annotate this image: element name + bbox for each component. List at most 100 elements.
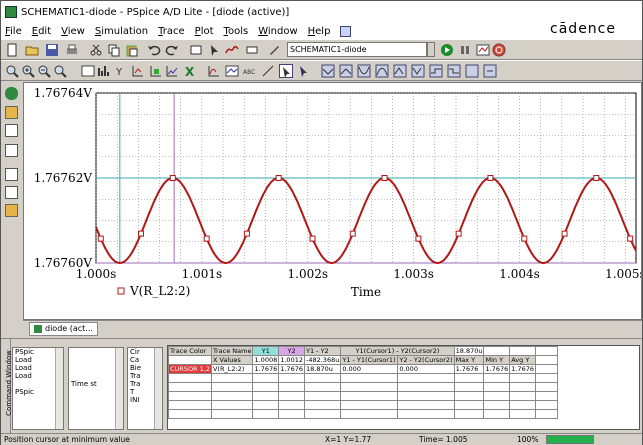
- table-row[interactable]: CURSOR 1,2 V(R_L2:2) 1.7676 1.7676 18.87…: [168, 364, 558, 374]
- add-y-axis-icon[interactable]: Y: [115, 64, 129, 78]
- menu-window[interactable]: Window: [258, 26, 297, 37]
- menu-help[interactable]: Help: [308, 26, 331, 37]
- cursor-label-icon[interactable]: [483, 64, 497, 78]
- settings-icon[interactable]: [5, 204, 18, 217]
- performance-icon[interactable]: [165, 64, 179, 78]
- command-window-strip[interactable]: Command Window: [1, 339, 13, 434]
- plot-toolbar: Y X ABC: [1, 60, 642, 81]
- output-scrollbar[interactable]: [55, 348, 63, 429]
- zoom-in-icon[interactable]: [21, 64, 35, 78]
- transient-icon[interactable]: [225, 43, 239, 57]
- copy-icon[interactable]: [107, 43, 121, 57]
- cursor-label-cell[interactable]: CURSOR 1,2: [168, 364, 212, 374]
- header-y1[interactable]: Y1: [252, 346, 280, 356]
- tab-diode-active[interactable]: diode (act...: [29, 322, 98, 336]
- output-file-icon[interactable]: [5, 106, 18, 119]
- new-file-icon[interactable]: [5, 43, 19, 57]
- table-cell: 1.7676: [453, 364, 485, 374]
- menu-plot[interactable]: Plot: [195, 26, 214, 37]
- menu-tools[interactable]: Tools: [224, 26, 249, 37]
- table-row: [168, 400, 558, 410]
- open-folder-icon[interactable]: [25, 43, 39, 57]
- waveform-plot[interactable]: 1.76760V1.76762V1.76764V1.000s 1.001s 1.00…: [24, 83, 641, 319]
- x-tick-label: 1.003s: [393, 267, 434, 281]
- simulation-status-icon[interactable]: [5, 87, 18, 100]
- tab-label: diode (act...: [45, 324, 93, 333]
- menu-file[interactable]: File: [5, 26, 22, 37]
- place-text-icon[interactable]: [245, 43, 259, 57]
- open-plot-icon[interactable]: [5, 124, 18, 137]
- simulation-status-pane[interactable]: Time st: [68, 347, 124, 430]
- header-trace-color[interactable]: Trace Color: [168, 346, 212, 356]
- zoom-out-icon[interactable]: [37, 64, 51, 78]
- simulation-profile-select[interactable]: SCHEMATIC1-diode: [287, 42, 427, 57]
- title-bar: SCHEMATIC1-diode - PSpice A/D Lite - [di…: [1, 1, 642, 23]
- stop-icon[interactable]: [492, 43, 506, 57]
- zoom-fit-icon[interactable]: [5, 64, 19, 78]
- analysis-pane[interactable]: Cir Ca Bie Tra Tra T INI: [127, 347, 163, 430]
- header-cursor-diff[interactable]: Y1(Cursor1) - Y2(Cursor2): [340, 346, 455, 356]
- cursor-select-icon[interactable]: [279, 64, 293, 78]
- table-cell: 0.000: [340, 364, 399, 374]
- paste-icon[interactable]: [125, 43, 139, 57]
- menu-simulation[interactable]: Simulation: [95, 26, 148, 37]
- mark-data-icon[interactable]: [189, 43, 203, 57]
- plot-window[interactable]: 1.76760V 1.76762V 1.76764V 1.000s 1.001s 1.00…: [23, 82, 642, 320]
- cursor-search-icon[interactable]: [411, 64, 425, 78]
- simulation-progress-bar: [546, 435, 594, 444]
- cursor-probe-table[interactable]: Trace Color Trace Name Y1 Y2 Y1 - Y2 Y1(…: [167, 345, 640, 430]
- svg-text:X: X: [185, 65, 195, 78]
- add-trace-icon[interactable]: [131, 64, 145, 78]
- pointer-icon[interactable]: [207, 43, 221, 57]
- previous-transition-icon[interactable]: [447, 64, 461, 78]
- cut-icon[interactable]: [89, 43, 103, 57]
- cursor-trough-icon[interactable]: [321, 64, 335, 78]
- pspice-window: SCHEMATIC1-diode - PSpice A/D Lite - [di…: [0, 0, 643, 445]
- menu-view[interactable]: View: [61, 26, 85, 37]
- table-cell: Avg Y: [509, 355, 536, 365]
- cursor-slope-icon[interactable]: [339, 64, 353, 78]
- trace-marker: [415, 235, 422, 242]
- eval-goal-icon[interactable]: [149, 64, 163, 78]
- toggle-cursor-icon[interactable]: [207, 64, 221, 78]
- menu-trace[interactable]: Trace: [158, 26, 185, 37]
- cursor-peak-icon[interactable]: [297, 64, 311, 78]
- trace-marker: [455, 230, 462, 237]
- cursor-min-icon[interactable]: [357, 64, 371, 78]
- undo-icon[interactable]: [147, 43, 161, 57]
- cursor-point-icon[interactable]: [393, 64, 407, 78]
- output-pane[interactable]: PSpic Load Load Load PSpic: [12, 347, 64, 430]
- header-trace-name[interactable]: Trace Name: [210, 346, 254, 356]
- label-line-icon[interactable]: [261, 64, 275, 78]
- save-icon[interactable]: [45, 43, 59, 57]
- pause-icon[interactable]: [458, 43, 472, 57]
- data-icon[interactable]: [5, 186, 18, 199]
- menu-bar: File Edit View Simulation Trace Plot Too…: [1, 23, 642, 39]
- table-cell: Max Y: [453, 355, 485, 365]
- menu-edit[interactable]: Edit: [32, 26, 51, 37]
- simulation-results-icon[interactable]: [5, 144, 18, 157]
- cursor-mark-icon[interactable]: [465, 64, 479, 78]
- profile-dropdown-button[interactable]: [427, 42, 435, 57]
- print-icon[interactable]: [65, 43, 79, 57]
- fourier-icon[interactable]: [97, 64, 111, 78]
- plot-window-icon[interactable]: [225, 64, 239, 78]
- trace-marker: [561, 230, 568, 237]
- redo-icon[interactable]: [165, 43, 179, 57]
- marker-icon[interactable]: [267, 43, 281, 57]
- analysis-scrollbar[interactable]: [154, 348, 162, 429]
- label-text-icon[interactable]: ABC: [243, 64, 257, 78]
- trace-marker: [593, 175, 600, 181]
- markers-icon[interactable]: [5, 168, 18, 181]
- zoom-area-icon[interactable]: [53, 64, 67, 78]
- header-y1-y2[interactable]: Y1 - Y2: [303, 346, 342, 356]
- status-scrollbar[interactable]: [115, 348, 123, 429]
- log-x-icon[interactable]: [81, 64, 95, 78]
- run-simulation-icon[interactable]: [440, 43, 454, 57]
- x-axis-settings-icon[interactable]: X: [183, 64, 197, 78]
- cursor-max-icon[interactable]: [375, 64, 389, 78]
- next-transition-icon[interactable]: [429, 64, 443, 78]
- header-y2[interactable]: Y2: [278, 346, 305, 356]
- help-context-icon[interactable]: [340, 25, 352, 37]
- view-simulation-icon[interactable]: [476, 43, 490, 57]
